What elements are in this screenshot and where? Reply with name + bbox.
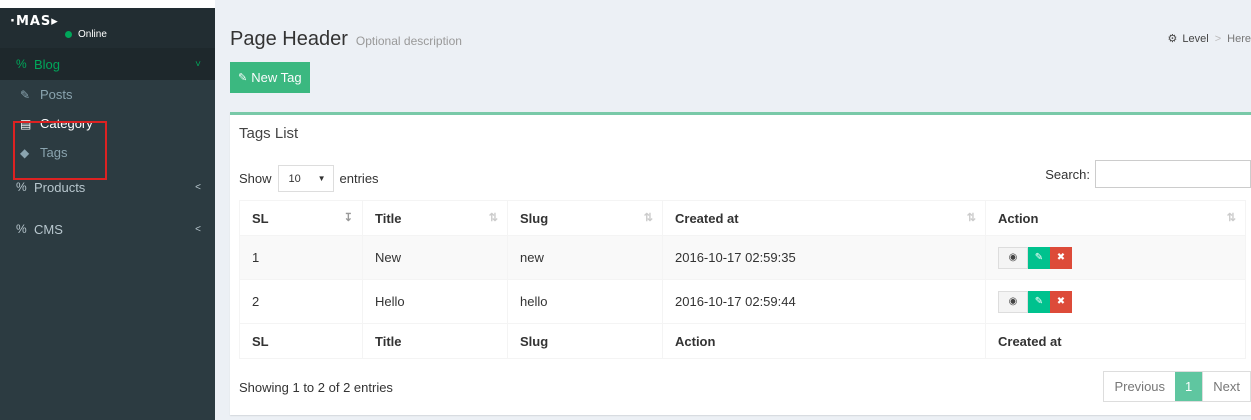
entries-length-control: Show 10 ▼ entries <box>239 165 379 192</box>
trash-icon: ✖ <box>1056 252 1066 263</box>
logo: ·MAS▸ <box>10 14 59 29</box>
chevron-down-icon: ˅ <box>195 58 201 70</box>
online-status: Online <box>65 29 107 40</box>
entries-label: entries <box>339 171 379 186</box>
edit-button[interactable]: ✎ <box>1028 290 1050 313</box>
box-title: Tags List <box>239 125 299 142</box>
posts-icon: ✎ <box>20 87 31 102</box>
dashboard-icon: ⚙ <box>1167 33 1178 45</box>
sidebar-item-label: Blog <box>34 56 61 72</box>
table-footer-row: SL Title Slug Action Created at <box>239 323 1246 359</box>
page-header: Page Header Optional description <box>230 28 462 51</box>
column-header-label: Created at <box>675 210 739 226</box>
cell-title: Hello <box>362 279 508 324</box>
search-control: Search: <box>1045 160 1251 188</box>
show-label: Show <box>239 171 272 186</box>
cell-created: 2016-10-17 02:59:35 <box>662 235 986 280</box>
sort-icon: ⇅ <box>488 211 498 224</box>
column-header-sl[interactable]: SL ↧ <box>239 200 363 236</box>
column-header-label: Title <box>375 210 402 226</box>
sidebar-item-label: CMS <box>34 221 63 237</box>
cell-actions: ◉ ✎ ✖ <box>985 235 1246 280</box>
sort-icon: ⇅ <box>966 211 976 224</box>
table-row: 1 New new 2016-10-17 02:59:35 ◉ ✎ ✖ <box>239 235 1246 280</box>
sidebar-subitem-posts[interactable]: ✎ Posts <box>0 80 215 109</box>
breadcrumb: ⚙ Level > Here <box>1167 32 1251 46</box>
cell-actions: ◉ ✎ ✖ <box>985 279 1246 324</box>
chevron-left-icon: < <box>195 181 201 193</box>
delete-button[interactable]: ✖ <box>1050 290 1072 313</box>
eye-icon: ◉ <box>1008 252 1018 263</box>
search-input[interactable] <box>1095 160 1251 188</box>
eye-icon: ◉ <box>1008 296 1018 307</box>
caret-down-icon: ▼ <box>317 174 326 183</box>
chevron-left-icon: < <box>195 223 201 235</box>
breadcrumb-here: Here <box>1227 32 1251 45</box>
sidebar-item-cms[interactable]: % CMS < <box>0 213 215 245</box>
page-description: Optional description <box>355 34 462 48</box>
online-dot-icon <box>65 31 72 38</box>
column-header-label: Action <box>998 210 1039 226</box>
percent-icon: % <box>16 57 27 71</box>
footer-created-at: Created at <box>985 323 1246 359</box>
table-header-row: SL ↧ Title ⇅ Slug ⇅ Created at ⇅ Action ⇅ <box>239 200 1246 236</box>
row-actions: ◉ ✎ ✖ <box>998 246 1233 269</box>
trash-icon: ✖ <box>1056 296 1066 307</box>
pagination: Previous 1 Next <box>1103 371 1251 402</box>
footer-sl: SL <box>239 323 363 359</box>
entries-select[interactable]: 10 ▼ <box>277 165 334 192</box>
brand-bar: ·MAS▸ Online <box>0 8 215 48</box>
main-content: Page Header Optional description ⚙ Level… <box>215 8 1251 420</box>
annotation-highlight-box <box>13 121 107 180</box>
footer-slug: Slug <box>507 323 663 359</box>
column-header-slug[interactable]: Slug ⇅ <box>507 200 663 236</box>
edit-icon: ✎ <box>1034 296 1044 307</box>
sort-icon: ⇅ <box>643 211 653 224</box>
sidebar-item-blog[interactable]: % Blog ˅ <box>0 48 215 80</box>
column-header-created-at[interactable]: Created at ⇅ <box>662 200 986 236</box>
view-button[interactable]: ◉ <box>998 290 1028 313</box>
percent-icon: % <box>16 222 27 236</box>
status-label: Online <box>78 29 107 40</box>
new-tag-button[interactable]: ✎ New Tag <box>230 62 310 93</box>
sort-asc-icon: ↧ <box>343 211 353 224</box>
table-row: 2 Hello hello 2016-10-17 02:59:44 ◉ ✎ ✖ <box>239 279 1246 324</box>
breadcrumb-separator: > <box>1214 32 1222 45</box>
next-button[interactable]: Next <box>1202 372 1250 401</box>
new-tag-label: New Tag <box>251 70 302 85</box>
footer-title: Title <box>362 323 508 359</box>
column-header-label: SL <box>252 210 269 226</box>
edit-icon: ✎ <box>1034 252 1044 263</box>
column-header-label: Slug <box>520 210 549 226</box>
column-header-title[interactable]: Title ⇅ <box>362 200 508 236</box>
edit-button[interactable]: ✎ <box>1028 246 1050 269</box>
page-title: Page Header <box>230 28 348 50</box>
pencil-icon: ✎ <box>238 72 248 84</box>
cell-created: 2016-10-17 02:59:44 <box>662 279 986 324</box>
percent-icon: % <box>16 180 27 194</box>
row-actions: ◉ ✎ ✖ <box>998 290 1233 313</box>
column-header-action[interactable]: Action ⇅ <box>985 200 1246 236</box>
delete-button[interactable]: ✖ <box>1050 246 1072 269</box>
cell-slug: new <box>507 235 663 280</box>
previous-button[interactable]: Previous <box>1104 372 1175 401</box>
page-1-button[interactable]: 1 <box>1175 372 1203 401</box>
tags-table: SL ↧ Title ⇅ Slug ⇅ Created at ⇅ Action ⇅ 1 N… <box>239 200 1246 359</box>
sort-icon: ⇅ <box>1226 211 1236 224</box>
breadcrumb-level[interactable]: Level <box>1182 33 1208 45</box>
sidebar-subitem-label: Posts <box>40 87 73 102</box>
footer-action: Action <box>662 323 986 359</box>
entries-value: 10 <box>288 172 301 185</box>
table-info: Showing 1 to 2 of 2 entries <box>239 380 393 395</box>
cell-sl: 2 <box>239 279 363 324</box>
cell-sl: 1 <box>239 235 363 280</box>
sidebar: ·MAS▸ Online % Blog ˅ ✎ Posts ▤ Category… <box>0 0 215 420</box>
tags-list-box: Tags List Show 10 ▼ entries Search: SL ↧ … <box>230 112 1251 415</box>
cell-slug: hello <box>507 279 663 324</box>
view-button[interactable]: ◉ <box>998 246 1028 269</box>
sidebar-item-label: Products <box>34 179 86 195</box>
search-label: Search: <box>1045 166 1090 182</box>
cell-title: New <box>362 235 508 280</box>
